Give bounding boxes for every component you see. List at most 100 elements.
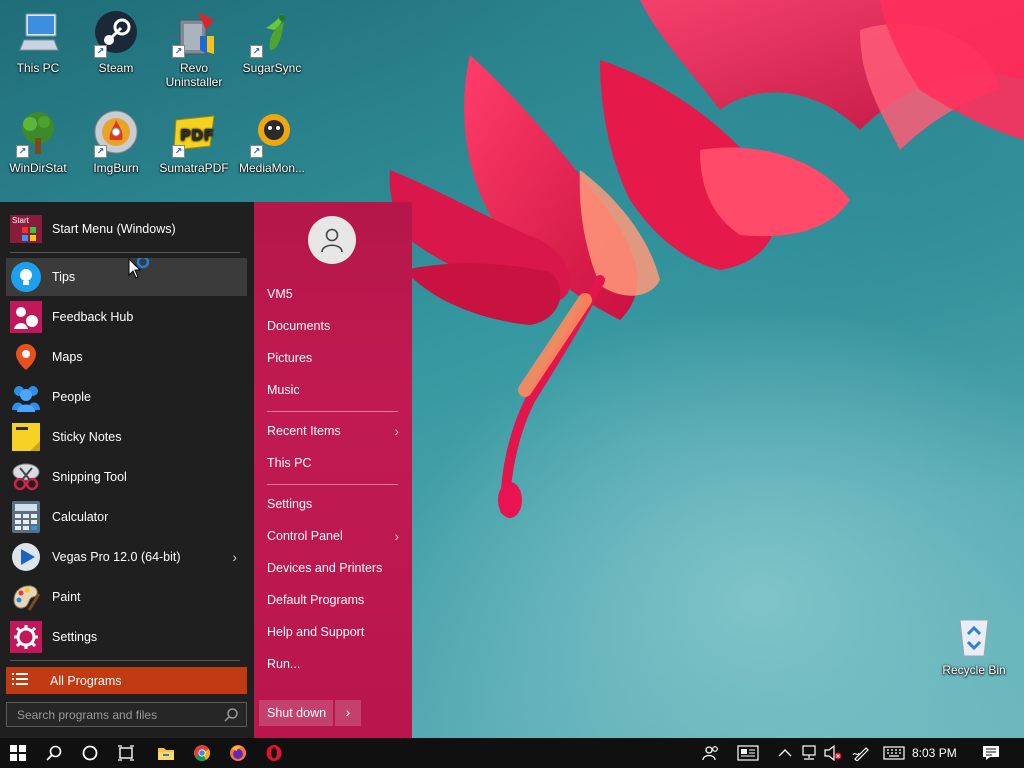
shortcut-arrow-icon: ↗ [172,45,185,58]
task-view-button[interactable] [108,738,144,768]
taskbar: 8:03 PM [0,738,1024,768]
recent-items-link[interactable]: Recent Items › [267,420,399,442]
people-icon [10,381,42,413]
people-tray-button[interactable] [702,745,720,761]
app-item-calculator[interactable]: Calculator [6,498,247,536]
control-panel-label: Control Panel [267,529,343,543]
pictures-link[interactable]: Pictures [267,347,399,369]
search-placeholder: Search programs and files [17,707,158,722]
recycle-bin-icon [950,612,998,660]
file-explorer-taskbar-button[interactable] [148,738,184,768]
start-menu-header-item[interactable]: Start Start Menu (Windows) [6,210,247,248]
desktop-icon-label: Recycle Bin [942,663,1006,677]
documents-label: Documents [267,319,331,333]
firefox-icon [230,745,246,761]
shutdown-options-button[interactable]: › [335,700,361,726]
app-item-snipping-tool[interactable]: Snipping Tool [6,458,247,496]
run-link[interactable]: Run... [267,653,399,675]
desktop-icon-label: ImgBurn [93,161,139,175]
help-and-support-link[interactable]: Help and Support [267,621,399,643]
pen-workspace-button[interactable] [852,745,870,761]
tips-icon [10,261,42,293]
volume-muted-icon [824,745,842,761]
start-button[interactable] [0,738,36,768]
shortcut-arrow-icon: ↗ [250,45,263,58]
shutdown-button[interactable]: Shut down [259,700,333,726]
app-item-vegas-pro[interactable]: Vegas Pro 12.0 (64-bit) › [6,538,247,576]
touch-keyboard-button[interactable] [882,745,906,761]
calculator-icon [10,501,42,533]
firefox-taskbar-button[interactable] [220,738,256,768]
list-icon [12,672,32,689]
desktop-icon-windirstat[interactable]: ↗ WinDirStat [0,110,76,175]
devices-and-printers-link[interactable]: Devices and Printers [267,557,399,579]
svg-text:PDF: PDF [180,126,214,144]
feedback-hub-icon [10,301,42,333]
desktop-icon-steam[interactable]: ↗ Steam [78,10,154,75]
sugarsync-icon: ↗ [248,10,296,58]
pictures-label: Pictures [267,351,313,365]
desktop-icon-recycle-bin[interactable]: Recycle Bin [936,612,1012,677]
cortana-icon [82,745,98,761]
opera-icon [266,745,282,761]
app-item-maps[interactable]: Maps [6,338,247,376]
settings-link[interactable]: Settings [267,493,399,515]
taskbar-clock[interactable]: 8:03 PM [912,738,957,768]
app-item-tips[interactable]: Tips [6,258,247,296]
opera-taskbar-button[interactable] [256,738,292,768]
windirstat-icon: ↗ [14,110,62,158]
action-center-button[interactable] [982,745,1000,761]
desktop-icon-mediamonkey[interactable]: ↗ MediaMon... [234,110,310,175]
computer-icon [14,10,62,58]
divider [267,484,398,485]
desktop-icon-label: Revo Uninstaller [165,61,223,89]
control-panel-link[interactable]: Control Panel › [267,525,399,547]
app-item-label: Calculator [52,510,109,524]
news-icon [737,745,759,761]
desktop-icon-this-pc[interactable]: This PC [0,10,76,75]
app-item-label: Sticky Notes [52,430,122,444]
sticky-notes-icon [10,421,42,453]
task-view-icon [118,745,134,761]
chrome-icon [194,745,210,761]
user-icon [321,228,343,253]
search-programs-input[interactable]: Search programs and files [6,702,247,727]
desktop-icon-revo-uninstaller[interactable]: ↗ Revo Uninstaller [156,10,232,89]
app-item-paint[interactable]: Paint [6,578,247,616]
vegas-pro-icon [10,541,42,573]
paint-icon [10,581,42,613]
user-avatar[interactable] [308,216,356,264]
chrome-taskbar-button[interactable] [184,738,220,768]
shortcut-arrow-icon: ↗ [250,145,263,158]
music-link[interactable]: Music [267,379,399,401]
user-folder-link[interactable]: VM5 [267,283,399,305]
steam-icon: ↗ [92,10,140,58]
show-hidden-icons-button[interactable] [776,745,794,761]
all-programs-button[interactable]: All Programs [6,667,247,694]
taskbar-search-button[interactable] [36,738,72,768]
chevron-right-icon: › [394,423,399,439]
app-item-feedback-hub[interactable]: Feedback Hub [6,298,247,336]
app-item-people[interactable]: People [6,378,247,416]
app-item-label: Settings [52,630,98,644]
news-tray-button[interactable] [736,745,760,761]
desktop-icon-label: Steam [98,61,134,75]
desktop-icon-imgburn[interactable]: ↗ ImgBurn [78,110,154,175]
shutdown-label: Shut down [267,706,327,720]
search-icon [46,745,62,761]
cortana-button[interactable] [72,738,108,768]
maps-icon [10,341,42,373]
start-menu-places-pane: VM5 Documents Pictures Music Recent Item… [254,202,412,738]
app-item-sticky-notes[interactable]: Sticky Notes [6,418,247,456]
network-tray-button[interactable] [800,745,818,761]
pen-icon [852,747,869,761]
desktop-icon-sumatrapdf[interactable]: PDF ↗ SumatraPDF [156,110,232,175]
this-pc-link[interactable]: This PC [267,452,399,474]
default-programs-link[interactable]: Default Programs [267,589,399,611]
desktop-icon-sugarsync[interactable]: ↗ SugarSync [234,10,310,75]
start-menu-header-label: Start Menu (Windows) [52,222,176,236]
volume-tray-button[interactable] [824,745,842,761]
action-center-icon [983,746,999,760]
documents-link[interactable]: Documents [267,315,399,337]
app-item-settings[interactable]: Settings [6,618,247,656]
